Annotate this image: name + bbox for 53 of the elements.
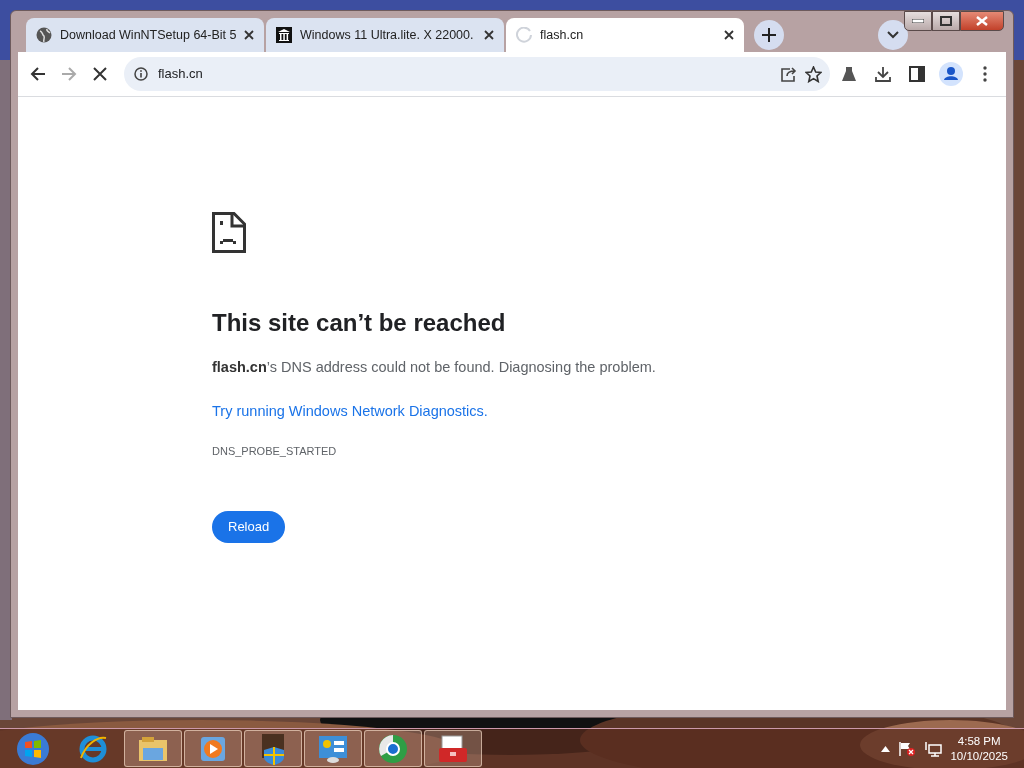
error-heading: This site can’t be reached <box>212 308 507 338</box>
plus-icon <box>762 28 776 42</box>
error-code: DNS_PROBE_STARTED <box>212 443 338 459</box>
control-panel-icon <box>318 734 348 763</box>
error-message: flash.cn’s DNS address could not be found. Diagnosing the problem. <box>212 358 657 377</box>
reload-button[interactable]: Reload <box>212 511 286 543</box>
chevron-down-icon <box>887 31 899 39</box>
taskbar-app-button[interactable] <box>304 730 362 767</box>
diagnostics-link[interactable]: Try running Windows Network Diagnostics. <box>212 402 488 419</box>
close-tab-icon[interactable] <box>484 30 494 40</box>
side-panel-icon <box>909 66 925 82</box>
toolbox-icon <box>438 734 468 763</box>
browser-tab[interactable]: flash.cn <box>506 18 744 52</box>
taskbar-app-button[interactable] <box>364 730 422 767</box>
forward-icon <box>61 66 77 82</box>
download-icon <box>875 66 891 82</box>
minimize-icon <box>912 19 924 23</box>
start-orb-icon <box>16 731 50 766</box>
close-tab-icon[interactable] <box>244 30 254 40</box>
chrome-icon <box>378 733 408 764</box>
minimize-button[interactable] <box>904 11 932 31</box>
menu-icon <box>983 66 987 82</box>
maximize-icon <box>940 16 952 26</box>
share-icon[interactable] <box>781 66 797 82</box>
network-icon[interactable] <box>924 740 943 757</box>
back-icon <box>29 66 46 82</box>
address-bar[interactable]: flash.cn <box>124 57 830 91</box>
close-icon <box>976 16 988 26</box>
browser-e-icon <box>78 733 108 764</box>
close-button[interactable] <box>960 11 1004 31</box>
folder-icon <box>138 735 168 762</box>
loading-spinner-icon <box>516 27 532 43</box>
taskbar-app-button[interactable] <box>244 730 302 767</box>
profile-button[interactable] <box>936 59 966 89</box>
columns-icon <box>276 27 292 43</box>
taskbar-app-button[interactable] <box>124 730 182 767</box>
stop-icon <box>93 67 108 81</box>
maximize-button[interactable] <box>932 11 960 31</box>
browser-tab[interactable]: Windows 11 Ultra.lite. X 22000. <box>266 18 504 52</box>
flask-icon <box>841 66 857 82</box>
close-tab-icon[interactable] <box>724 30 734 40</box>
sad-page-icon <box>212 212 246 253</box>
new-tab-button[interactable] <box>754 20 784 50</box>
browser-tab[interactable]: Download WinNTSetup 64-Bit 5 <box>26 18 264 52</box>
media-player-icon <box>200 735 226 762</box>
taskbar-app-button[interactable] <box>424 730 482 767</box>
flag-error-icon[interactable] <box>898 740 917 757</box>
info-icon <box>134 67 148 81</box>
globe-icon <box>36 27 52 43</box>
star-icon[interactable] <box>805 65 822 83</box>
tray-arrow-icon[interactable] <box>881 745 891 752</box>
tab-search-button[interactable] <box>878 20 908 50</box>
avatar-icon <box>939 62 963 86</box>
